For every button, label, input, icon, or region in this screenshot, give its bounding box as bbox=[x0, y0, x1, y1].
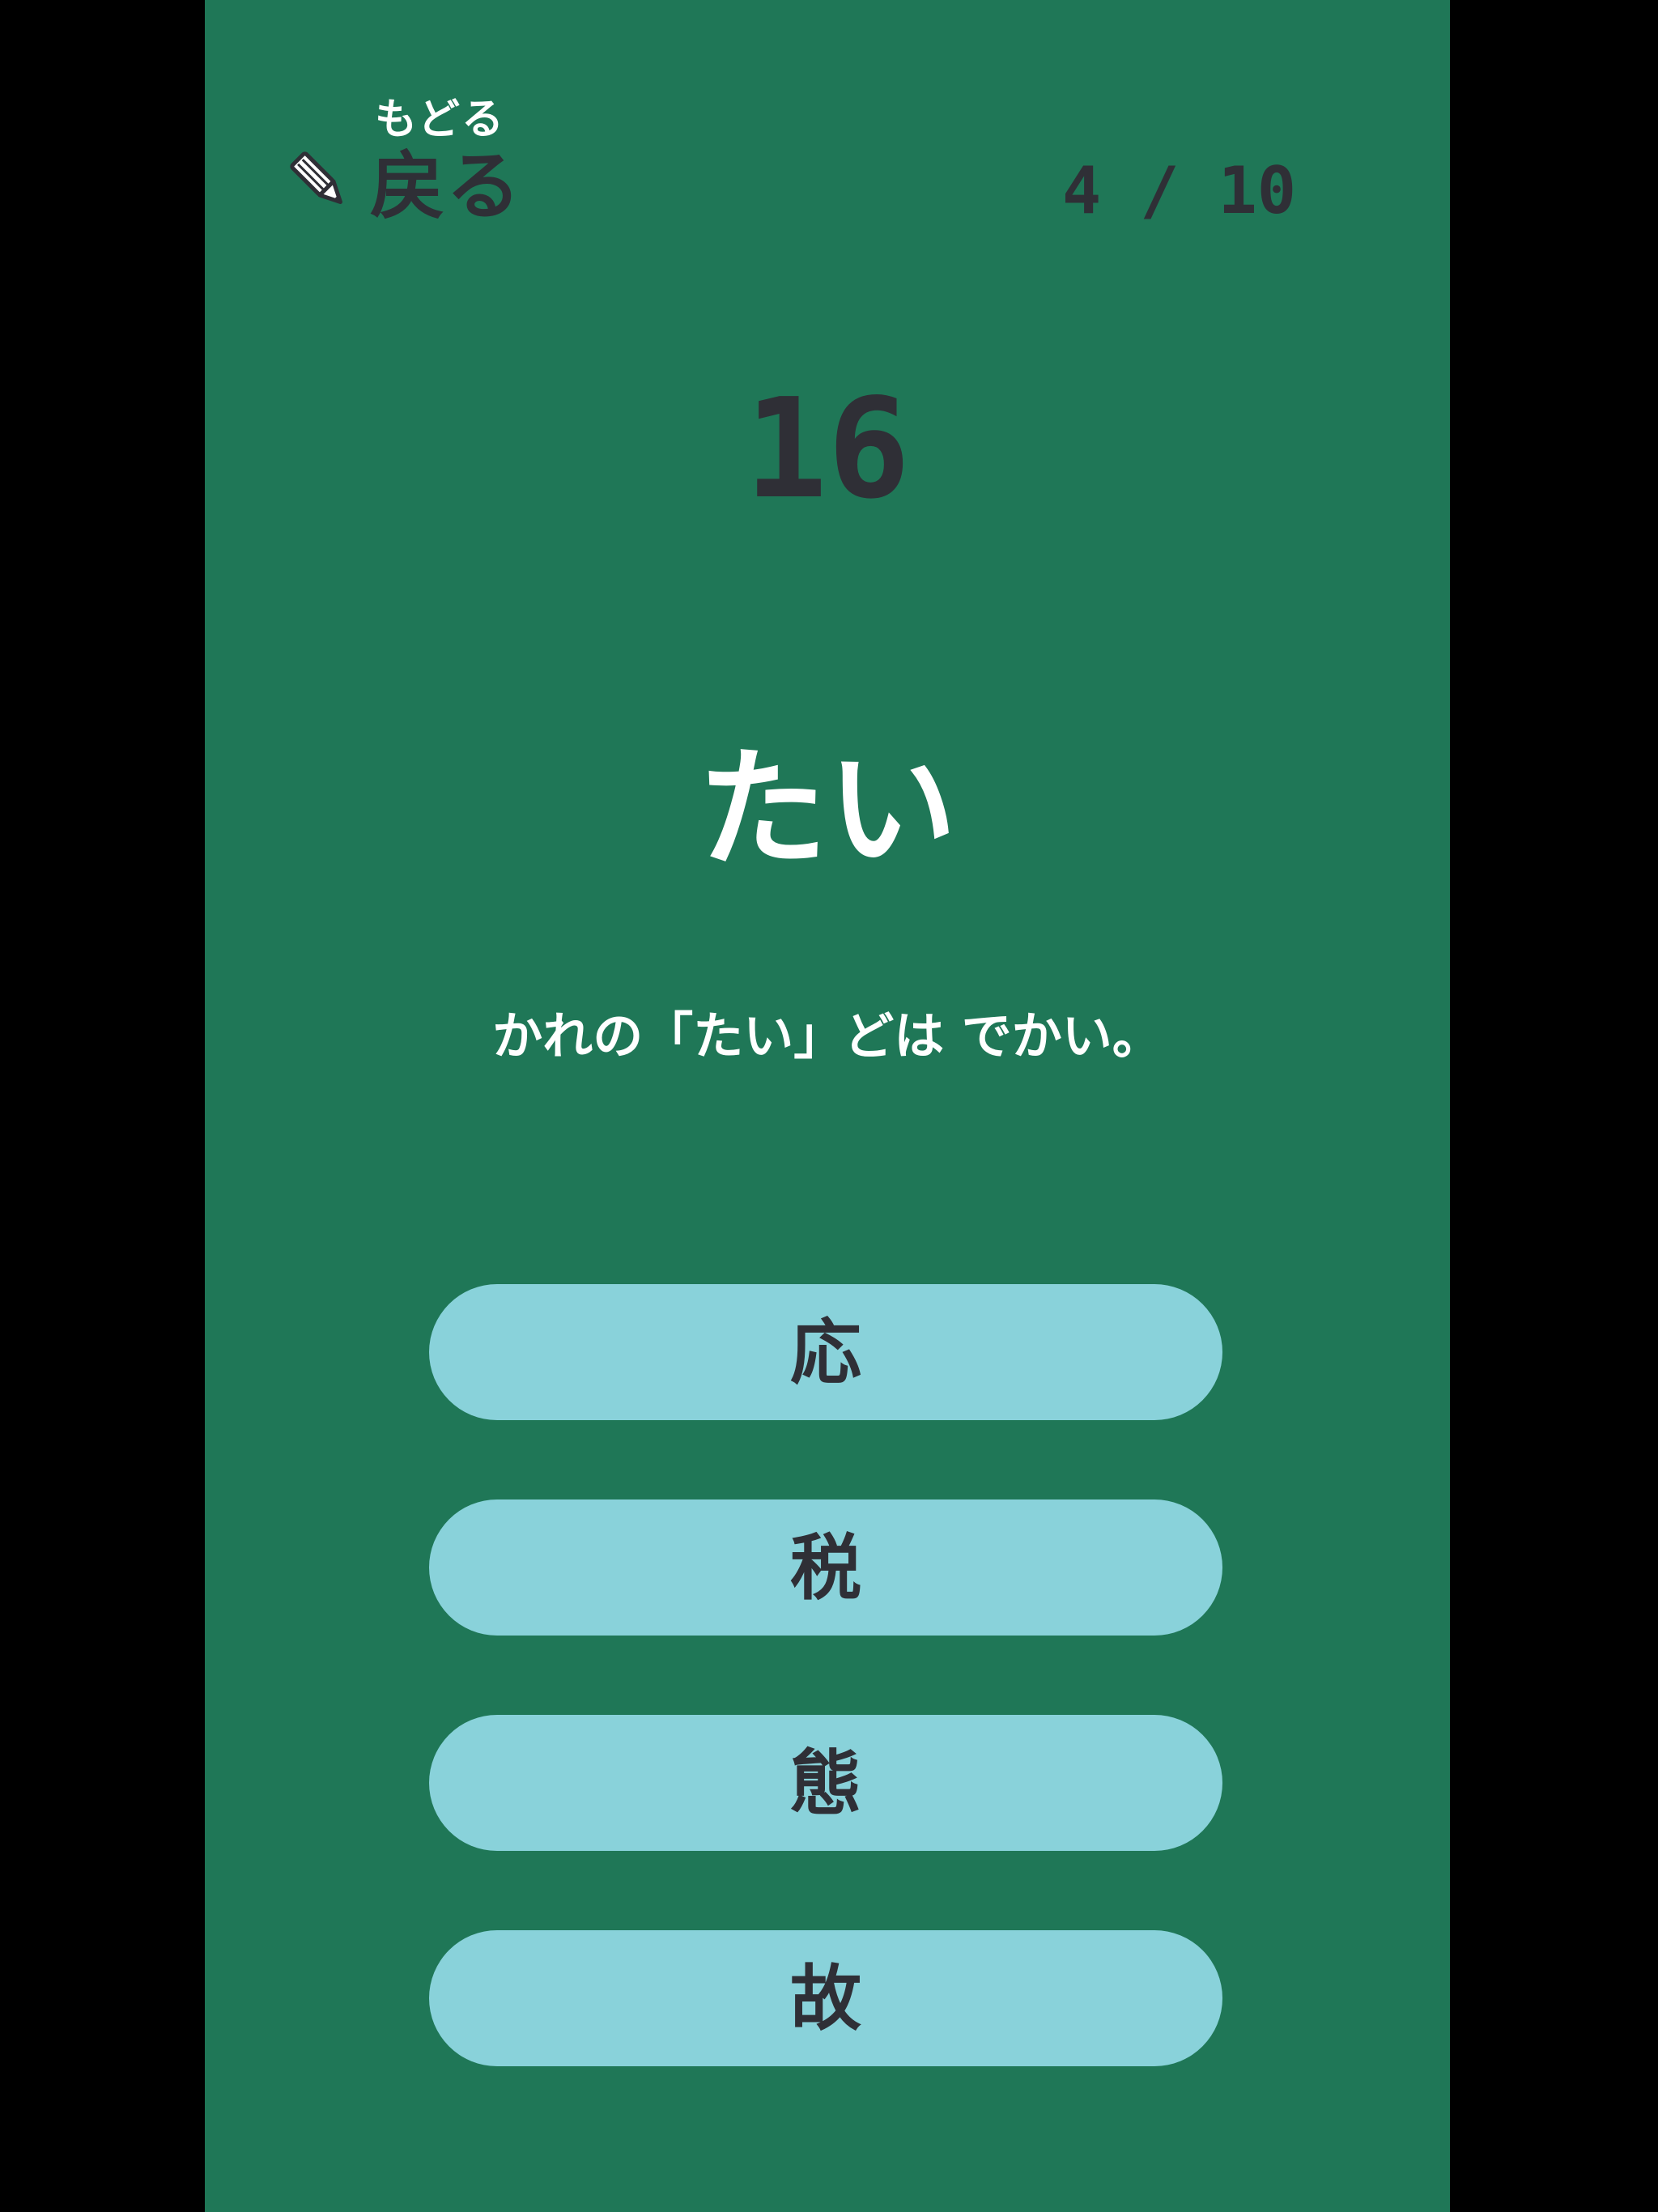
choice-button-1[interactable]: 応 bbox=[429, 1284, 1222, 1420]
question-progress: 4 / 10 bbox=[1062, 153, 1296, 228]
choice-button-3[interactable]: 態 bbox=[429, 1715, 1222, 1851]
choice-button-4[interactable]: 故 bbox=[429, 1930, 1222, 2066]
choice-button-2[interactable]: 税 bbox=[429, 1499, 1222, 1636]
back-button[interactable]: もどる 戻る bbox=[286, 96, 739, 241]
question-reading: たい bbox=[697, 734, 957, 885]
answer-choices: 応 税 態 故 bbox=[429, 1284, 1222, 2146]
question-sentence: かれの「たい」どは でかい。 bbox=[492, 1006, 1163, 1066]
back-ruby-text: もどる bbox=[375, 96, 505, 144]
game-board: もどる 戻る 4 / 10 16 たい かれの「たい」どは でかい。 応 税 態… bbox=[205, 0, 1450, 2212]
pencil-icon bbox=[290, 151, 342, 204]
back-label: 戻る bbox=[370, 143, 523, 230]
countdown-timer: 16 bbox=[744, 369, 911, 530]
